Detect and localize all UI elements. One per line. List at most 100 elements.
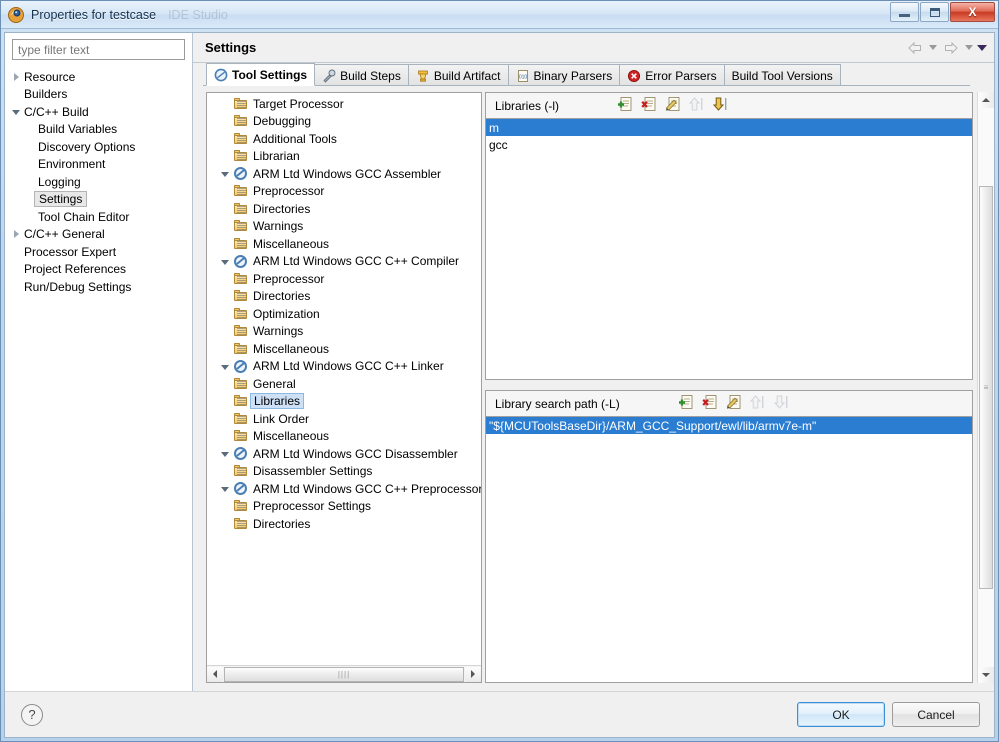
minimize-button[interactable] <box>890 2 919 22</box>
gear-icon <box>233 446 249 461</box>
tool-tree-item-libraries[interactable]: Libraries <box>207 393 481 411</box>
tool-tree-item-miscellaneous[interactable]: Miscellaneous <box>207 235 481 253</box>
tool-tree-item-preprocessor-settings[interactable]: Preprocessor Settings <box>207 498 481 516</box>
twisty[interactable] <box>9 230 23 239</box>
tool-tree-item-target-processor[interactable]: Target Processor <box>207 95 481 113</box>
sidebar-item-logging[interactable]: Logging <box>5 173 192 191</box>
twisty[interactable] <box>9 72 23 81</box>
libraries-add-button[interactable] <box>615 96 636 116</box>
ok-button[interactable]: OK <box>797 702 885 727</box>
tool-tree[interactable]: Target Processor Debugging Additional Tool… <box>207 93 481 665</box>
libraries-move-up-button <box>687 96 708 116</box>
sidebar-item-c-c-general[interactable]: C/C++ General <box>5 226 192 244</box>
tool-tree-item-preprocessor[interactable]: Preprocessor <box>207 183 481 201</box>
sidebar-item-build-variables[interactable]: Build Variables <box>5 121 192 139</box>
folder-icon <box>233 132 249 146</box>
tool-tree-item-librarian[interactable]: Librarian <box>207 148 481 166</box>
tool-tree-item-directories[interactable]: Directories <box>207 200 481 218</box>
sidebar-item-c-c-build[interactable]: C/C++ Build <box>5 103 192 121</box>
sidebar-item-tool-chain-editor[interactable]: Tool Chain Editor <box>5 208 192 226</box>
search-path-add-button[interactable] <box>676 394 697 414</box>
sidebar-item-resource[interactable]: Resource <box>5 68 192 86</box>
title-bar: Properties for testcase IDE Studio X <box>1 1 998 29</box>
tab-build-tool-versions[interactable]: Build Tool Versions <box>723 64 841 86</box>
hscroll-thumb[interactable]: |||| <box>224 666 464 682</box>
vscroll-down-button[interactable] <box>978 667 994 683</box>
forward-button[interactable] <box>940 38 962 58</box>
twisty[interactable] <box>217 170 233 178</box>
search-path-list[interactable]: "${MCUToolsBaseDir}/ARM_GCC_Support/ewl/… <box>485 416 973 683</box>
tool-tree-item-directories[interactable]: Directories <box>207 515 481 533</box>
tool-tree-item-arm-ltd-windows-gcc-c-preprocessor[interactable]: ARM Ltd Windows GCC C++ Preprocessor <box>207 480 481 498</box>
libraries-move-down-button[interactable] <box>711 96 732 116</box>
search-path-list-item[interactable]: "${MCUToolsBaseDir}/ARM_GCC_Support/ewl/… <box>486 417 972 434</box>
tool-tree-item-miscellaneous[interactable]: Miscellaneous <box>207 340 481 358</box>
tab-build-steps[interactable]: Build Steps <box>314 64 409 86</box>
back-button[interactable] <box>904 38 926 58</box>
hscroll-right-button[interactable] <box>465 666 481 682</box>
sidebar-item-project-references[interactable]: Project References <box>5 261 192 279</box>
tab-tool-settings[interactable]: Tool Settings <box>206 63 316 86</box>
tool-tree-item-general[interactable]: General <box>207 375 481 393</box>
chevron-down-icon <box>12 110 20 116</box>
close-button[interactable]: X <box>950 2 995 22</box>
settings-nav-tree[interactable]: Resource Builders C/C++ Build Build Variabl… <box>5 66 192 691</box>
tab-error-parsers[interactable]: Error Parsers <box>619 64 725 86</box>
tool-tree-item-directories[interactable]: Directories <box>207 288 481 306</box>
tool-tree-item-disassembler-settings[interactable]: Disassembler Settings <box>207 463 481 481</box>
hscroll-left-button[interactable] <box>207 666 223 682</box>
maximize-button[interactable] <box>920 2 949 22</box>
tab-binary-parsers[interactable]: 010 Binary Parsers <box>507 64 621 86</box>
help-button[interactable]: ? <box>21 703 43 726</box>
vscroll-track[interactable]: ≡ <box>978 108 994 667</box>
tool-tree-item-warnings[interactable]: Warnings <box>207 218 481 236</box>
twisty[interactable] <box>9 108 23 116</box>
vscroll-up-button[interactable] <box>978 92 994 108</box>
sidebar-item-discovery-options[interactable]: Discovery Options <box>5 138 192 156</box>
settings-vscrollbar[interactable]: ≡ <box>977 92 994 683</box>
tool-tree-item-arm-ltd-windows-gcc-disassembler[interactable]: ARM Ltd Windows GCC Disassembler <box>207 445 481 463</box>
libraries-delete-button[interactable] <box>639 96 660 116</box>
chevron-right-icon <box>13 72 19 81</box>
tab-build-artifact[interactable]: Build Artifact <box>407 64 509 86</box>
tool-tree-item-miscellaneous[interactable]: Miscellaneous <box>207 428 481 446</box>
search-path-delete-button[interactable] <box>700 394 721 414</box>
cancel-button[interactable]: Cancel <box>892 702 980 727</box>
twisty[interactable] <box>217 363 233 370</box>
back-menu-chevron-down-icon[interactable] <box>929 45 937 50</box>
library-list-item[interactable]: m <box>486 119 972 136</box>
sidebar-item-settings[interactable]: Settings <box>5 191 192 209</box>
main-area: Target Processor Debugging Additional Tool… <box>193 86 994 691</box>
view-menu-chevron-down-icon[interactable] <box>977 44 987 51</box>
move-down-icon <box>773 394 791 413</box>
sidebar-item-processor-expert[interactable]: Processor Expert <box>5 243 192 261</box>
twisty[interactable] <box>217 258 233 265</box>
tool-tree-item-arm-ltd-windows-gcc-assembler[interactable]: ARM Ltd Windows GCC Assembler <box>207 165 481 183</box>
tool-tree-item-optimization[interactable]: Optimization <box>207 305 481 323</box>
forward-menu-chevron-down-icon[interactable] <box>965 45 973 50</box>
tool-tree-item-link-order[interactable]: Link Order <box>207 410 481 428</box>
sidebar-item-environment[interactable]: Environment <box>5 156 192 174</box>
twisty[interactable] <box>217 485 233 493</box>
sidebar-item-run-debug-settings[interactable]: Run/Debug Settings <box>5 278 192 296</box>
tool-tree-hscrollbar[interactable]: |||| <box>207 665 481 682</box>
tab-strip[interactable]: Tool Settings Build Steps Build Artifact 01… <box>193 63 994 86</box>
tool-tree-item-warnings[interactable]: Warnings <box>207 323 481 341</box>
sidebar-item-label: Resource <box>24 69 76 84</box>
filter-input[interactable] <box>12 39 185 60</box>
library-list-item[interactable]: gcc <box>486 136 972 153</box>
tool-tree-item-arm-ltd-windows-gcc-c-linker[interactable]: ARM Ltd Windows GCC C++ Linker <box>207 358 481 376</box>
folder-icon <box>233 149 249 163</box>
tool-tree-item-arm-ltd-windows-gcc-c-compiler[interactable]: ARM Ltd Windows GCC C++ Compiler <box>207 253 481 271</box>
twisty[interactable] <box>217 450 233 458</box>
content-row: Resource Builders C/C++ Build Build Variabl… <box>5 33 994 691</box>
folder-icon <box>233 114 249 128</box>
tool-tree-item-preprocessor[interactable]: Preprocessor <box>207 270 481 288</box>
tool-tree-item-additional-tools[interactable]: Additional Tools <box>207 130 481 148</box>
sidebar-item-builders[interactable]: Builders <box>5 86 192 104</box>
tool-tree-item-debugging[interactable]: Debugging <box>207 113 481 131</box>
libraries-edit-button[interactable] <box>663 96 684 116</box>
search-path-edit-button[interactable] <box>724 394 745 414</box>
vscroll-thumb[interactable]: ≡ <box>979 186 993 589</box>
libraries-list[interactable]: m gcc <box>485 118 973 380</box>
